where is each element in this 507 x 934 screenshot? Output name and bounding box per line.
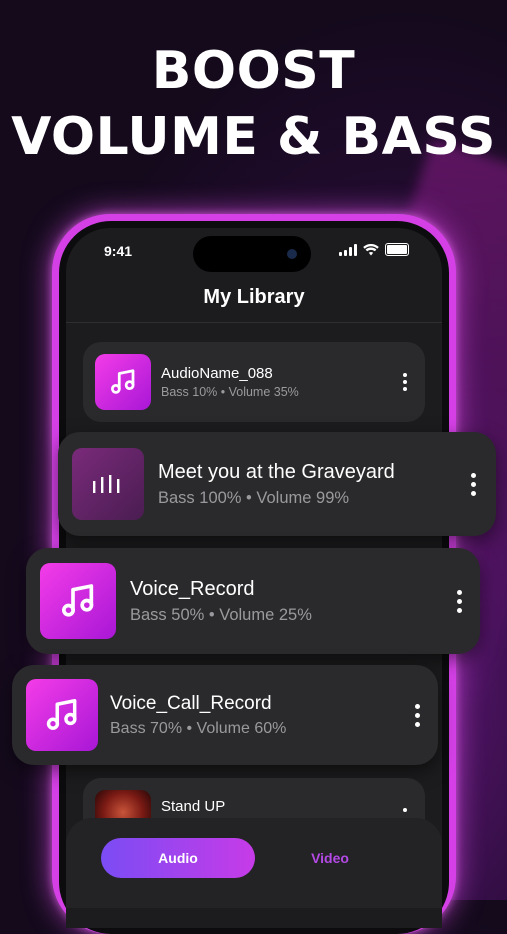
tab-video[interactable]: Video bbox=[290, 838, 370, 878]
header-divider bbox=[66, 322, 442, 323]
track-meta: Bass 50% • Volume 25% bbox=[130, 605, 312, 624]
track-card-meet-you-at-the-graveyard[interactable]: Meet you at the Graveyard Bass 100% • Vo… bbox=[58, 432, 496, 536]
tab-audio[interactable]: Audio bbox=[101, 838, 255, 878]
battery-icon bbox=[385, 243, 409, 256]
more-options-icon[interactable] bbox=[391, 373, 419, 391]
headline-line-2: VOLUME & BASS bbox=[11, 107, 496, 167]
page-title: My Library bbox=[203, 286, 305, 308]
track-meta: Bass 70% • Volume 60% bbox=[110, 719, 287, 737]
status-icons bbox=[339, 243, 409, 256]
more-options-icon[interactable] bbox=[402, 703, 432, 727]
equalizer-bars-icon bbox=[72, 448, 144, 520]
track-name: Voice_Record bbox=[130, 577, 255, 600]
track-meta: Bass 10% • Volume 35% bbox=[161, 385, 299, 399]
track-card-voice-record[interactable]: Voice_Record Bass 50% • Volume 25% bbox=[26, 548, 480, 654]
track-card-audioname-088[interactable]: AudioName_088 Bass 10% • Volume 35% bbox=[83, 342, 425, 422]
track-card-voice-call-record[interactable]: Voice_Call_Record Bass 70% • Volume 60% bbox=[12, 665, 438, 765]
headline-line-1: BOOST bbox=[151, 41, 356, 101]
track-meta: Bass 100% • Volume 99% bbox=[158, 488, 350, 507]
more-options-icon[interactable] bbox=[458, 472, 488, 496]
wifi-icon bbox=[363, 243, 379, 255]
music-note-icon bbox=[26, 679, 98, 751]
more-options-icon[interactable] bbox=[391, 808, 419, 812]
promo-headline: BOOST VOLUME & BASS bbox=[0, 38, 507, 170]
camera-dot bbox=[287, 249, 297, 259]
track-name: AudioName_088 bbox=[161, 365, 273, 382]
track-name: Stand UP bbox=[161, 798, 226, 815]
track-name: Voice_Call_Record bbox=[110, 692, 272, 714]
track-name: Meet you at the Graveyard bbox=[158, 460, 395, 483]
signal-icon bbox=[339, 243, 357, 256]
status-time: 9:41 bbox=[104, 243, 133, 259]
music-note-icon bbox=[95, 354, 151, 410]
more-options-icon[interactable] bbox=[444, 589, 474, 613]
music-note-icon bbox=[40, 563, 116, 639]
